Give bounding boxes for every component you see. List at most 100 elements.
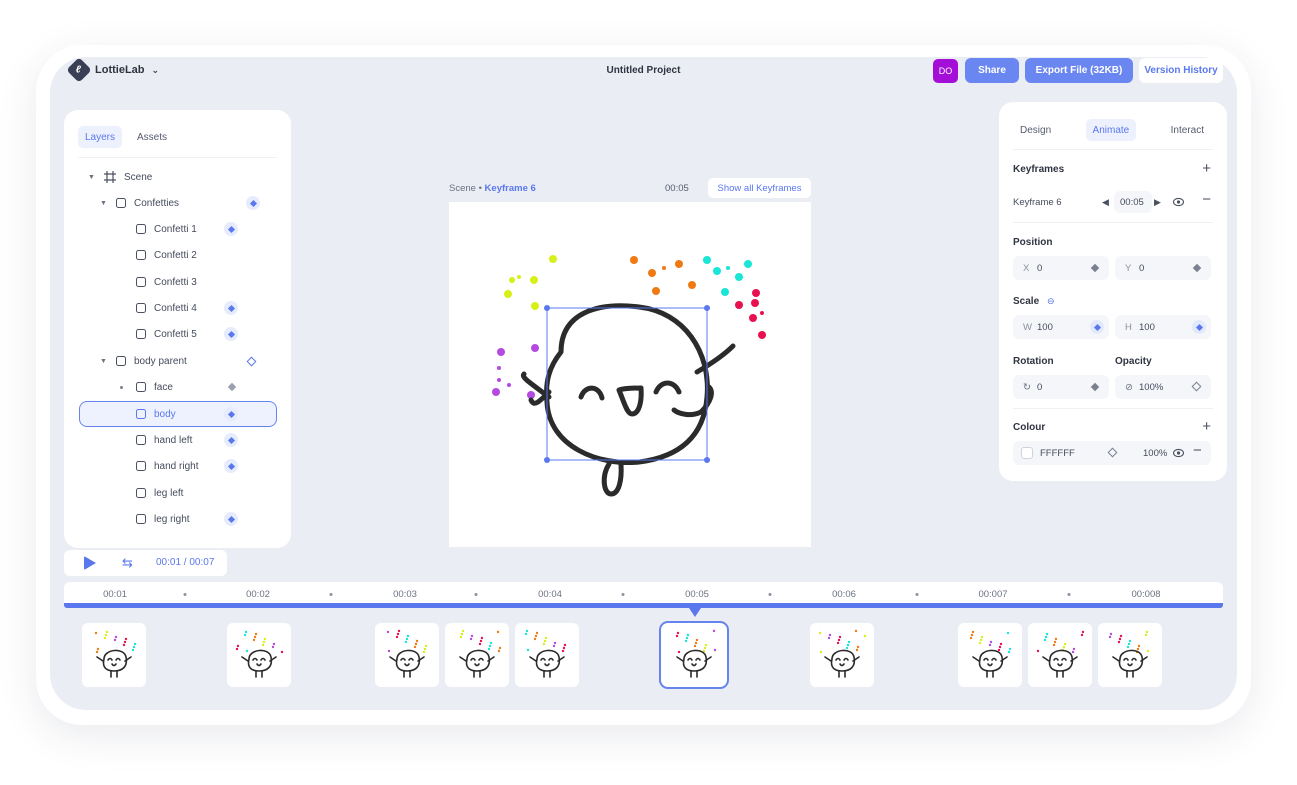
layer-body-parent[interactable]: ▼ body parent xyxy=(78,348,276,374)
position-x-field[interactable]: X 0 xyxy=(1013,256,1109,280)
tab-assets[interactable]: Assets xyxy=(130,126,174,148)
keyframe-outline-icon[interactable] xyxy=(1107,447,1118,458)
layer-confetti-2[interactable]: Confetti 2 xyxy=(78,242,276,268)
eye-icon[interactable] xyxy=(1173,448,1184,458)
layer-confetti-4[interactable]: Confetti 4 xyxy=(78,295,276,321)
caret-down-icon[interactable]: ▼ xyxy=(100,358,107,365)
keyframe-outline-icon[interactable] xyxy=(1191,381,1202,392)
layer-face[interactable]: face xyxy=(78,374,276,400)
layer-body[interactable]: body xyxy=(79,401,277,427)
keyframe-thumbnail[interactable] xyxy=(1098,623,1162,687)
export-file-button[interactable]: Export File (32KB) xyxy=(1025,58,1133,83)
keyframe-thumbnail[interactable] xyxy=(810,623,874,687)
layer-confetti-1[interactable]: Confetti 1 xyxy=(78,216,276,242)
keyframe-icon[interactable] xyxy=(246,196,260,210)
breadcrumb-scene[interactable]: Scene • xyxy=(449,183,482,194)
tab-interact[interactable]: Interact xyxy=(1164,119,1211,141)
layer-confetti-3[interactable]: Confetti 3 xyxy=(78,269,276,295)
layer-hand-left[interactable]: hand left xyxy=(78,427,276,453)
keyframe-icon[interactable] xyxy=(224,222,238,236)
remove-colour-icon[interactable]: − xyxy=(1193,442,1202,459)
scale-h-field[interactable]: H 100 xyxy=(1115,315,1211,339)
layer-label: Confetti 1 xyxy=(154,223,197,235)
frame-icon xyxy=(104,171,116,183)
keyframe-outline-icon[interactable] xyxy=(246,356,257,366)
properties-tabs: Design Animate Interact xyxy=(1013,119,1211,141)
keyframe-icon[interactable] xyxy=(224,327,238,341)
keyframe-time-field[interactable]: 00:05 xyxy=(1114,191,1152,213)
keyframe-thumbnail[interactable] xyxy=(227,623,291,687)
layer-leg-left[interactable]: leg left xyxy=(78,480,276,506)
keyframe-icon[interactable] xyxy=(1192,320,1206,334)
keyframe-thumbnail[interactable] xyxy=(659,621,729,689)
keyframe-thumbnail[interactable] xyxy=(1028,623,1092,687)
tab-design[interactable]: Design xyxy=(1013,119,1058,141)
properties-panel: Design Animate Interact Keyframes + Keyf… xyxy=(999,102,1227,481)
keyframe-thumbnail[interactable] xyxy=(515,623,579,687)
keyframe-icon[interactable] xyxy=(224,301,238,315)
keyframe-thumbnail[interactable] xyxy=(445,623,509,687)
layer-confetties[interactable]: ▼ Confetties xyxy=(78,190,276,216)
keyframe-thumbnail[interactable] xyxy=(375,623,439,687)
scale-w-field[interactable]: W 100 xyxy=(1013,315,1109,339)
layer-label: Confetti 2 xyxy=(154,249,197,261)
loop-icon[interactable]: ⇆ xyxy=(122,555,133,571)
collapsed-dot-icon[interactable] xyxy=(120,385,123,389)
tab-layers[interactable]: Layers xyxy=(78,126,123,148)
keyframe-thumbnail[interactable] xyxy=(82,623,146,687)
show-all-keyframes-button[interactable]: Show all Keyframes xyxy=(708,178,811,198)
add-colour-icon[interactable]: + xyxy=(1202,418,1211,435)
breadcrumb: Scene • Keyframe 6 xyxy=(449,183,536,194)
playback-controls: ⇆ 00:01 / 00:07 xyxy=(64,550,227,576)
timeline-tick: 00:04 xyxy=(538,589,562,600)
add-keyframe-icon[interactable]: + xyxy=(1202,160,1211,177)
keyframe-icon[interactable] xyxy=(1090,263,1100,273)
shape-icon xyxy=(136,409,146,419)
keyframe-icon[interactable] xyxy=(1090,320,1104,334)
user-avatar[interactable]: DO xyxy=(933,59,958,83)
keyframe-thumbnail[interactable] xyxy=(958,623,1022,687)
scene-canvas[interactable] xyxy=(449,202,811,547)
eye-icon[interactable] xyxy=(1173,197,1184,207)
layer-label: Confetties xyxy=(134,197,180,209)
shape-icon xyxy=(136,250,146,260)
timeline-tick: 00:05 xyxy=(685,589,709,600)
character-artwork[interactable] xyxy=(449,202,811,547)
playhead-icon[interactable] xyxy=(689,608,701,617)
layer-hand-right[interactable]: hand right xyxy=(78,453,276,479)
shape-icon xyxy=(136,435,146,445)
shape-icon xyxy=(136,461,146,471)
keyframe-name: Keyframe 6 xyxy=(1013,197,1062,208)
confetti-magenta xyxy=(735,289,766,339)
keyframe-icon[interactable] xyxy=(1192,263,1202,273)
layer-label: leg left xyxy=(154,487,184,499)
remove-keyframe-icon[interactable]: − xyxy=(1202,191,1211,208)
tab-animate[interactable]: Animate xyxy=(1085,119,1137,141)
rotation-field[interactable]: ↻ 0 xyxy=(1013,375,1109,399)
version-history-button[interactable]: Version History xyxy=(1139,58,1223,83)
keyframe-icon[interactable] xyxy=(227,382,237,392)
opacity-field[interactable]: ⊘ 100% xyxy=(1115,375,1211,399)
layer-confetti-5[interactable]: Confetti 5 xyxy=(78,321,276,347)
timeline-tick: 00:01 xyxy=(103,589,127,600)
divider xyxy=(1013,222,1213,223)
layers-tabs: Layers Assets xyxy=(78,126,174,148)
position-y-field[interactable]: Y 0 xyxy=(1115,256,1211,280)
keyframe-icon[interactable] xyxy=(224,459,238,473)
link-icon[interactable]: ⊖ xyxy=(1047,296,1055,307)
keyframe-icon[interactable] xyxy=(224,512,238,526)
colour-swatch[interactable] xyxy=(1021,447,1033,459)
next-keyframe-icon[interactable]: ▶ xyxy=(1154,197,1161,208)
share-button[interactable]: Share xyxy=(965,58,1019,83)
timeline-track[interactable] xyxy=(64,603,1223,608)
play-icon[interactable] xyxy=(84,556,96,570)
keyframe-icon[interactable] xyxy=(224,407,238,421)
keyframe-icon[interactable] xyxy=(224,433,238,447)
layer-scene[interactable]: ▼ Scene xyxy=(78,164,276,190)
colour-field[interactable]: FFFFFF 100% − xyxy=(1013,441,1211,465)
previous-keyframe-icon[interactable]: ◀ xyxy=(1102,197,1109,208)
layer-leg-right[interactable]: leg right xyxy=(78,506,276,532)
keyframe-icon[interactable] xyxy=(1090,382,1100,392)
caret-down-icon[interactable]: ▼ xyxy=(88,174,95,181)
caret-down-icon[interactable]: ▼ xyxy=(100,200,107,207)
